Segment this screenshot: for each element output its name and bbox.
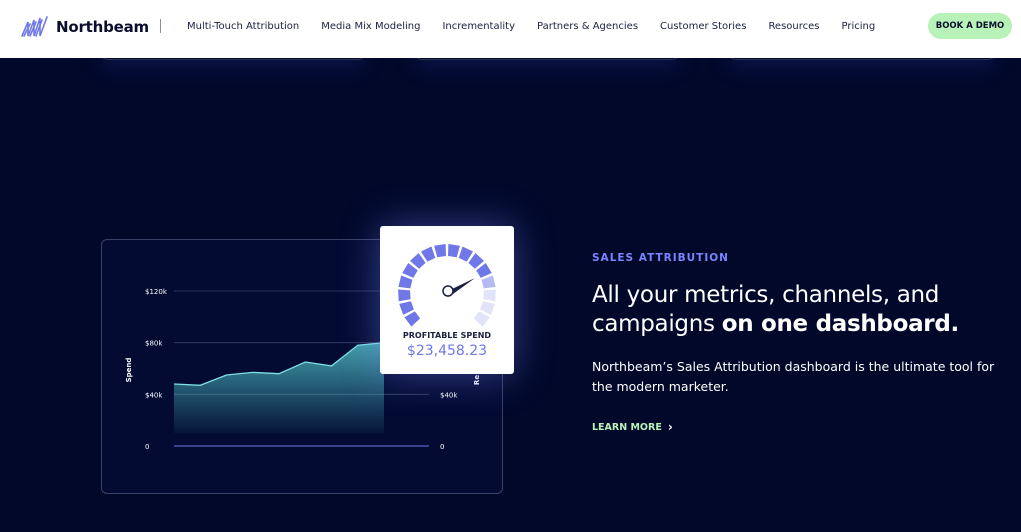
nav-link-multi-touch-attribution[interactable]: Multi-Touch Attribution xyxy=(187,21,299,32)
logo-text: Northbeam xyxy=(56,18,149,36)
logo[interactable]: Northbeam xyxy=(20,16,149,38)
learn-more-label: LEARN MORE xyxy=(592,421,662,433)
gauge-segment xyxy=(398,275,413,289)
y-tick-label-right: 0 xyxy=(440,443,444,451)
y-tick-label: $80k xyxy=(145,340,163,348)
gauge-segment xyxy=(483,289,496,302)
gauge-segment xyxy=(434,244,446,258)
top-nav: Northbeam Multi-Touch Attribution Media … xyxy=(0,0,1021,58)
nav-link-resources[interactable]: Resources xyxy=(768,21,819,32)
learn-more-link[interactable]: LEARN MORE › xyxy=(592,420,673,434)
profitable-spend-gauge-card: PROFITABLE SPEND $23,458.23 xyxy=(380,226,514,374)
gauge-value: $23,458.23 xyxy=(406,343,488,359)
nav-link-customer-stories[interactable]: Customer Stories xyxy=(660,21,746,32)
book-demo-button[interactable]: BOOK A DEMO xyxy=(928,13,1012,39)
nav-links: Multi-Touch Attribution Media Mix Modeli… xyxy=(187,21,897,32)
y-tick-label: $40k xyxy=(145,391,163,399)
y-tick-label-right: $40k xyxy=(440,391,458,399)
gauge-segment xyxy=(480,301,495,315)
nav-link-media-mix-modeling[interactable]: Media Mix Modeling xyxy=(321,21,420,32)
headline-line-1: All your metrics, channels, and xyxy=(592,282,940,308)
gauge-segment xyxy=(404,311,421,327)
section-headline: All your metrics, channels, and campaign… xyxy=(592,281,1012,339)
gauge-segment xyxy=(448,244,460,258)
nav-divider xyxy=(160,19,161,33)
gauge-label: PROFITABLE SPEND xyxy=(402,331,492,340)
section-eyebrow: SALES ATTRIBUTION xyxy=(592,252,729,264)
section-description: Northbeam’s Sales Attribution dashboard … xyxy=(592,359,995,394)
chevron-right-icon: › xyxy=(667,420,673,434)
y-axis-label-right: Re xyxy=(473,375,481,385)
nav-link-pricing[interactable]: Pricing xyxy=(842,21,876,32)
headline-bold: on one dashboard. xyxy=(721,311,960,337)
northbeam-logo-icon xyxy=(21,16,48,37)
gauge-needle xyxy=(452,278,475,294)
nav-link-partners-agencies[interactable]: Partners & Agencies xyxy=(537,21,638,32)
gauge-segment xyxy=(399,301,414,315)
gauge-segment xyxy=(398,289,411,302)
y-tick-label: 0 xyxy=(145,443,149,451)
y-tick-label: $120k xyxy=(145,288,168,296)
gauge-hub xyxy=(442,285,454,297)
nav-link-incrementality[interactable]: Incrementality xyxy=(442,21,515,32)
headline-line-2: campaigns xyxy=(592,311,722,337)
y-axis-label: Spend xyxy=(125,358,133,383)
gauge-segment xyxy=(481,275,496,289)
spend-area xyxy=(174,342,384,434)
gauge-segment xyxy=(473,311,490,327)
